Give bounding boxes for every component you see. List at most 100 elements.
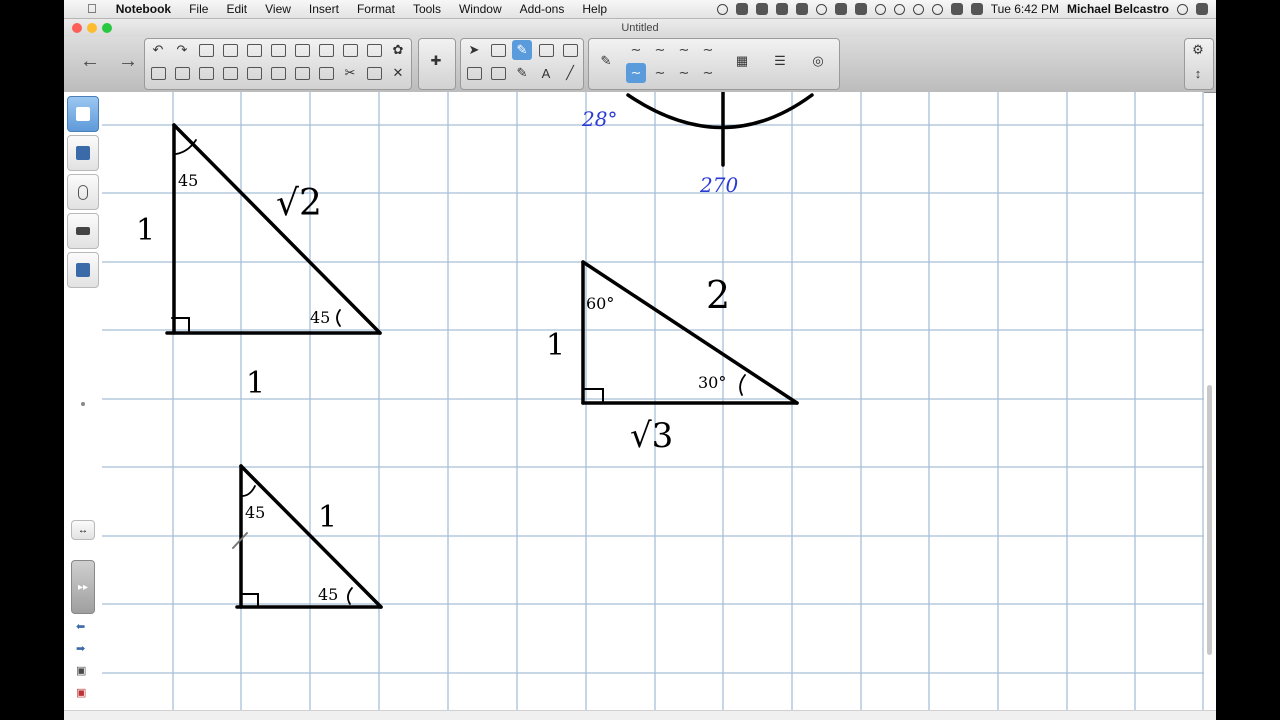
app-menu[interactable]: Notebook: [107, 2, 180, 16]
pen-style-icon[interactable]: ✎: [596, 51, 616, 71]
line-style-5-icon[interactable]: ∼: [626, 63, 646, 83]
line-tool-icon[interactable]: ╱: [560, 63, 580, 83]
eraser-icon[interactable]: [536, 40, 556, 60]
page-sorter-tab[interactable]: [67, 96, 99, 132]
gear-icon[interactable]: ⚙: [1188, 40, 1208, 60]
share-icon[interactable]: [364, 40, 384, 60]
creative-pen-icon[interactable]: [464, 63, 484, 83]
table-icon[interactable]: [364, 63, 384, 83]
drive-status-icon[interactable]: [735, 3, 748, 15]
next-page-button[interactable]: →: [114, 49, 142, 73]
menu-help[interactable]: Help: [573, 2, 616, 16]
cloud-status-icon[interactable]: [795, 3, 808, 15]
document-camera-icon[interactable]: [340, 40, 360, 60]
menu-window[interactable]: Window: [450, 2, 511, 16]
line-properties-icon[interactable]: ☰: [770, 51, 790, 71]
save-icon[interactable]: [196, 63, 216, 83]
menu-insert[interactable]: Insert: [300, 2, 348, 16]
sidebar-prev-icon[interactable]: ⬅: [76, 620, 85, 633]
line-style-7-icon[interactable]: ∼: [674, 63, 694, 83]
attachments-tab[interactable]: [67, 174, 99, 210]
apple-menu-icon[interactable]: : [78, 2, 107, 16]
screen-status-icon[interactable]: [854, 3, 867, 15]
screen-capture-icon[interactable]: [316, 40, 336, 60]
add-page-icon[interactable]: [148, 63, 168, 83]
sidebar-next-icon[interactable]: ➡: [76, 642, 85, 655]
previous-page-button[interactable]: ←: [76, 49, 104, 73]
paste-icon[interactable]: [220, 40, 240, 60]
highlighter-icon[interactable]: ✎: [512, 63, 532, 83]
screen-shade-icon[interactable]: [244, 40, 264, 60]
menu-user[interactable]: Michael Belcastro: [1067, 2, 1169, 16]
copy-status-icon[interactable]: [755, 3, 768, 15]
delete-page-icon[interactable]: [172, 63, 192, 83]
gallery-essentials-icon[interactable]: ✿: [388, 40, 408, 60]
properties-icon: [76, 227, 90, 235]
line-style-1-icon[interactable]: ∼: [626, 40, 646, 60]
close-window-button[interactable]: [72, 23, 82, 33]
tri2-top-angle-label: 60°: [586, 294, 614, 313]
sync-status-icon[interactable]: [815, 3, 827, 15]
menu-view[interactable]: View: [256, 2, 300, 16]
collapse-sidebar-icon[interactable]: ↔: [71, 520, 95, 540]
close-icon[interactable]: ✕: [388, 63, 408, 83]
network-status-icon[interactable]: [874, 3, 886, 15]
measurement-icon[interactable]: [268, 63, 288, 83]
undo-icon[interactable]: ↶: [148, 40, 168, 60]
line-style-8-icon[interactable]: ∼: [698, 63, 718, 83]
spotlight-search-icon[interactable]: [1177, 3, 1188, 15]
page-nav-handle[interactable]: ▸▸: [71, 560, 95, 614]
menu-tools[interactable]: Tools: [404, 2, 450, 16]
math-tools-icon[interactable]: [244, 63, 264, 83]
fill-icon[interactable]: [560, 40, 580, 60]
whiteboard-drawing[interactable]: 28° 270 1 1 √2 45 45 1 2 √3 60° 30° 1 45 45: [102, 90, 1204, 710]
dropbox-status-icon[interactable]: [775, 3, 788, 15]
text-properties-icon[interactable]: [316, 63, 336, 83]
fit-page-icon[interactable]: [268, 40, 288, 60]
sidebar-delete-page-icon[interactable]: ▣: [76, 686, 86, 699]
shape-tool-icon[interactable]: [488, 40, 508, 60]
properties-tab[interactable]: [67, 213, 99, 249]
minimize-window-button[interactable]: [87, 23, 97, 33]
vertical-scrollbar[interactable]: [1207, 385, 1212, 655]
volume-icon[interactable]: [970, 3, 983, 15]
bluetooth-icon[interactable]: [931, 3, 943, 15]
addons-tab[interactable]: [67, 252, 99, 288]
gallery-tab[interactable]: [67, 135, 99, 171]
pen-tool-icon[interactable]: ✎: [512, 40, 532, 60]
toolbar-position-icon[interactable]: ↕: [1188, 63, 1208, 83]
line-style-6-icon[interactable]: ∼: [650, 63, 670, 83]
fill-effects-icon[interactable]: ◎: [808, 51, 828, 71]
record-status-icon[interactable]: [716, 3, 728, 15]
response-icon[interactable]: [292, 63, 312, 83]
select-arrow-icon[interactable]: ➤: [464, 40, 484, 60]
time-machine-icon[interactable]: [912, 3, 924, 15]
whiteboard-canvas[interactable]: 28° 270 1 1 √2 45 45 1 2 √3 60° 30° 1 45 45: [102, 90, 1204, 710]
menu-edit[interactable]: Edit: [217, 2, 256, 16]
addon-puzzle-icon[interactable]: ✚: [426, 51, 446, 71]
color-palette-icon[interactable]: ▦: [732, 51, 752, 71]
line-style-3-icon[interactable]: ∼: [674, 40, 694, 60]
magic-pen-icon[interactable]: [488, 63, 508, 83]
menu-addons[interactable]: Add-ons: [511, 2, 574, 16]
presentation-icon[interactable]: [292, 40, 312, 60]
sidebar-add-page-icon[interactable]: ▣: [76, 664, 86, 677]
notification-center-icon[interactable]: [1196, 3, 1208, 15]
cut-icon[interactable]: ✂: [340, 63, 360, 83]
resize-handle-dot[interactable]: [81, 402, 85, 406]
menu-clock[interactable]: Tue 6:42 PM: [991, 2, 1059, 16]
zoom-window-button[interactable]: [102, 23, 112, 33]
menu-file[interactable]: File: [180, 2, 217, 16]
line-style-2-icon[interactable]: ∼: [650, 40, 670, 60]
info-status-icon[interactable]: [893, 3, 905, 15]
display-status-icon[interactable]: [834, 3, 847, 15]
menu-format[interactable]: Format: [348, 2, 404, 16]
text-tool-icon[interactable]: A: [536, 63, 556, 83]
redo-icon[interactable]: ↷: [172, 40, 192, 60]
tri3-right-angle-mark: [242, 593, 259, 606]
window-title: Untitled: [621, 22, 659, 34]
wifi-icon[interactable]: [950, 3, 963, 15]
insert-image-icon[interactable]: [220, 63, 240, 83]
line-style-4-icon[interactable]: ∼: [698, 40, 718, 60]
open-folder-icon[interactable]: [196, 40, 216, 60]
